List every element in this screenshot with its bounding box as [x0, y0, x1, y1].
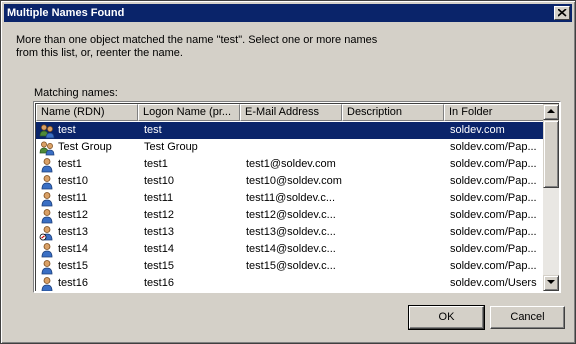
matching-names-label: Matching names:	[34, 87, 118, 99]
scroll-down-button[interactable]	[543, 275, 559, 291]
user-icon	[39, 242, 55, 258]
row-folder: soldev.com/Pap...	[450, 226, 537, 238]
row-name: test1	[58, 158, 82, 170]
user-icon	[39, 259, 55, 275]
list-row[interactable]: test test soldev.com	[36, 122, 546, 139]
list-row[interactable]: test14 test14 test14@soldev.c... soldev.com…	[36, 241, 546, 258]
scrollbar-thumb[interactable]	[543, 120, 559, 188]
row-email: test11@soldev.c...	[246, 192, 336, 204]
user-icon	[39, 191, 55, 207]
row-name: test13	[58, 226, 88, 238]
column-header-folder[interactable]: In Folder	[444, 104, 546, 121]
row-name: test16	[58, 277, 88, 289]
close-icon	[558, 9, 567, 17]
row-email: test12@soldev.c...	[246, 209, 336, 221]
row-logon: Test Group	[144, 141, 198, 153]
list-row[interactable]: test15 test15 test15@soldev.c... soldev.com…	[36, 258, 546, 275]
row-logon: test15	[144, 260, 174, 272]
user-icon	[39, 157, 55, 173]
row-logon: test13	[144, 226, 174, 238]
vertical-scrollbar[interactable]	[543, 104, 559, 291]
row-folder: soldev.com/Users	[450, 277, 537, 289]
ok-button[interactable]: OK	[408, 305, 485, 330]
row-logon: test16	[144, 277, 174, 289]
arrow-up-icon	[547, 109, 555, 113]
user-disabled-icon	[39, 225, 55, 241]
row-folder: soldev.com/Pap...	[450, 209, 537, 221]
window-title: Multiple Names Found	[7, 7, 125, 19]
row-logon: test11	[144, 192, 174, 204]
row-email: test13@soldev.c...	[246, 226, 336, 238]
list-row[interactable]: test1 test1 test1@soldev.com soldev.com/Pap…	[36, 156, 546, 173]
row-folder: soldev.com	[450, 124, 505, 136]
row-name: test12	[58, 209, 88, 221]
row-email: test14@soldev.c...	[246, 243, 336, 255]
group-icon	[39, 140, 55, 156]
row-folder: soldev.com/Pap...	[450, 260, 537, 272]
column-header-logon[interactable]: Logon Name (pr...	[138, 104, 240, 121]
user-icon	[39, 174, 55, 190]
row-email: test15@soldev.c...	[246, 260, 336, 272]
row-logon: test10	[144, 175, 174, 187]
row-name: test11	[58, 192, 88, 204]
list-row[interactable]: test16 test16 soldev.com/Users	[36, 275, 546, 291]
row-logon: test	[144, 124, 162, 136]
row-folder: soldev.com/Pap...	[450, 175, 537, 187]
description-text: More than one object matched the name "t…	[16, 34, 396, 60]
row-logon: test12	[144, 209, 174, 221]
cancel-button[interactable]: Cancel	[490, 306, 565, 329]
row-name: test	[58, 124, 76, 136]
arrow-down-icon	[547, 280, 555, 284]
list-rows: test test soldev.com Test Group Test Group so…	[36, 122, 546, 291]
row-email: test10@soldev.com	[246, 175, 342, 187]
column-header-name[interactable]: Name (RDN)	[36, 104, 138, 121]
row-folder: soldev.com/Pap...	[450, 141, 537, 153]
list-row[interactable]: Test Group Test Group soldev.com/Pap...	[36, 139, 546, 156]
group-icon	[39, 123, 55, 139]
row-folder: soldev.com/Pap...	[450, 243, 537, 255]
list-row[interactable]: test12 test12 test12@soldev.c... soldev.com…	[36, 207, 546, 224]
list-row[interactable]: test10 test10 test10@soldev.com soldev.com/…	[36, 173, 546, 190]
close-button[interactable]	[554, 6, 570, 20]
column-header-description[interactable]: Description	[342, 104, 444, 121]
title-bar[interactable]: Multiple Names Found	[4, 4, 572, 22]
row-email: test1@soldev.com	[246, 158, 336, 170]
dialog-window: Multiple Names Found More than one objec…	[0, 0, 576, 344]
scroll-up-button[interactable]	[543, 104, 559, 120]
row-folder: soldev.com/Pap...	[450, 192, 537, 204]
matching-names-list[interactable]: Name (RDN) Logon Name (pr... E-Mail Addr…	[33, 101, 561, 293]
row-name: Test Group	[58, 141, 112, 153]
description-line-2: from this list, or, reenter the name.	[16, 47, 183, 59]
list-header: Name (RDN) Logon Name (pr... E-Mail Addr…	[36, 104, 546, 121]
row-folder: soldev.com/Pap...	[450, 158, 537, 170]
row-logon: test14	[144, 243, 174, 255]
row-name: test15	[58, 260, 88, 272]
list-row[interactable]: test13 test13 test13@soldev.c... soldev.com…	[36, 224, 546, 241]
user-icon	[39, 276, 55, 291]
row-logon: test1	[144, 158, 168, 170]
description-line-1: More than one object matched the name "t…	[16, 34, 378, 46]
row-name: test10	[58, 175, 88, 187]
row-name: test14	[58, 243, 88, 255]
user-icon	[39, 208, 55, 224]
column-header-email[interactable]: E-Mail Address	[240, 104, 342, 121]
list-row[interactable]: test11 test11 test11@soldev.c... soldev.com…	[36, 190, 546, 207]
